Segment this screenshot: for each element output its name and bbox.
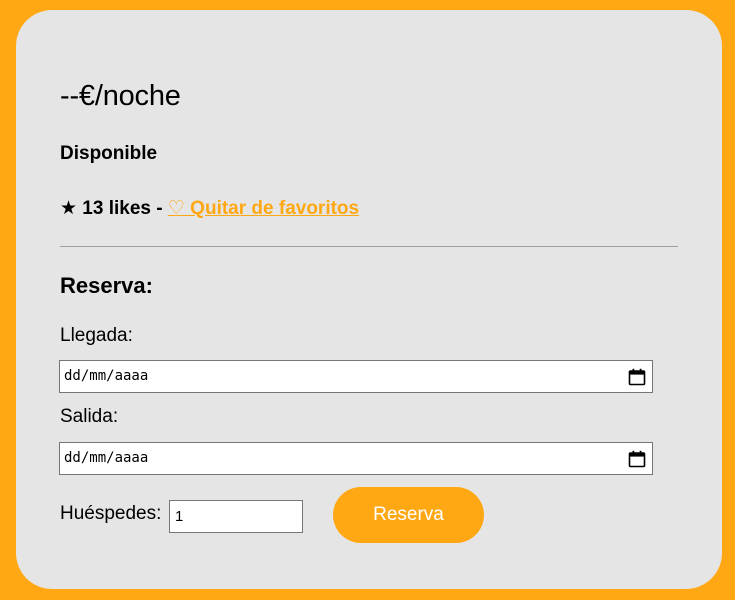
checkout-label: Salida: xyxy=(60,406,119,427)
checkin-label: Llegada: xyxy=(60,325,133,346)
checkout-date-input[interactable]: dd/mm/aaaa xyxy=(59,442,653,475)
likes-count: ★ 13 likes - xyxy=(60,198,168,219)
checkin-placeholder: dd/mm/aaaa xyxy=(64,368,149,384)
checkout-placeholder: dd/mm/aaaa xyxy=(64,450,149,466)
reserve-button[interactable]: Reserva xyxy=(333,487,484,543)
guests-label: Huéspedes: xyxy=(60,503,162,524)
calendar-icon[interactable] xyxy=(628,450,646,468)
checkin-date-input[interactable]: dd/mm/aaaa xyxy=(59,360,653,393)
listing-card: --€/noche Disponible ★ 13 likes - ♡ Quit… xyxy=(16,10,722,589)
divider xyxy=(60,246,678,247)
calendar-icon[interactable] xyxy=(628,368,646,386)
booking-title: Reserva: xyxy=(60,273,153,298)
guests-input[interactable]: 1 xyxy=(169,500,303,533)
likes-line: ★ 13 likes - ♡ Quitar de favoritos xyxy=(60,197,359,220)
remove-favorite-link[interactable]: ♡ Quitar de favoritos xyxy=(168,198,359,219)
price-per-night: --€/noche xyxy=(60,80,181,112)
availability-status: Disponible xyxy=(60,143,158,164)
